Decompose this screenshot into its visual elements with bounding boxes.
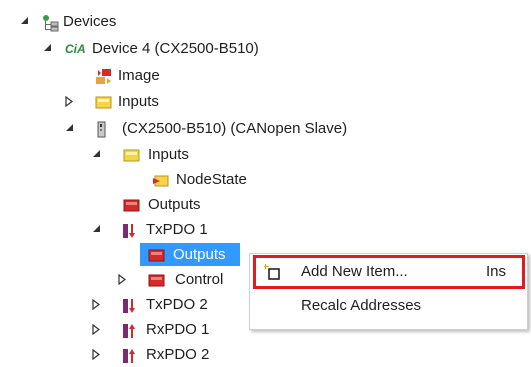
tree-label: Device 4 (CX2500-B510) — [92, 40, 259, 57]
txpdo-icon — [121, 297, 139, 313]
image-icon — [95, 68, 113, 84]
rxpdo-icon — [121, 322, 139, 338]
tree-node-outputs-slave[interactable]: Outputs — [0, 193, 220, 217]
tree-label: Inputs — [148, 146, 189, 163]
collapsed-arrow-icon[interactable] — [65, 90, 77, 114]
folder-yellow-icon — [123, 147, 141, 163]
expanded-arrow-icon[interactable] — [43, 37, 55, 61]
collapsed-arrow-icon[interactable] — [92, 318, 104, 342]
tree-label: Control — [175, 271, 224, 288]
expanded-arrow-icon[interactable] — [20, 10, 32, 34]
tree-node-image[interactable]: Image — [0, 64, 200, 88]
expanded-arrow-icon[interactable] — [92, 143, 104, 167]
tree-node-canopen-slave[interactable]: (CX2500-B510) (CANopen Slave) — [0, 117, 380, 141]
tree-node-rxpdo1[interactable]: RxPDO 1 — [0, 318, 220, 342]
tree-node-rxpdo2[interactable]: RxPDO 2 — [0, 343, 220, 367]
tree-label: TxPDO 1 — [146, 221, 208, 238]
menu-item-add-new-item[interactable]: Add New Item... Ins — [256, 260, 522, 284]
tree-label: Outputs — [173, 246, 226, 263]
cia-badge: CiA — [65, 42, 86, 56]
menu-item-label: Add New Item... — [301, 263, 408, 280]
menu-item-label: Recalc Addresses — [301, 297, 422, 314]
txpdo-icon — [121, 222, 139, 238]
tree-node-outputs-selected[interactable]: Outputs — [0, 243, 240, 267]
expanded-arrow-icon[interactable] — [92, 218, 104, 242]
tree-label: NodeState — [176, 171, 247, 188]
tree-label: Inputs — [118, 93, 159, 110]
menu-item-shortcut: Ins — [486, 263, 507, 280]
menu-item-recalc-addresses[interactable]: Recalc Addresses — [256, 294, 522, 318]
terminal-module-icon — [95, 121, 113, 138]
collapsed-arrow-icon[interactable] — [118, 268, 130, 292]
folder-yellow-icon — [95, 94, 113, 110]
tree-label: (CX2500-B510) (CANopen Slave) — [122, 120, 348, 137]
tree-node-nodestate[interactable]: NodeState — [0, 168, 260, 192]
tree-node-device4[interactable]: CiA Device 4 (CX2500-B510) — [0, 37, 300, 61]
output-folder-icon — [148, 247, 166, 263]
tree-label: TxPDO 2 — [146, 296, 208, 313]
rxpdo-icon — [121, 347, 139, 363]
tree-label: RxPDO 1 — [146, 321, 210, 338]
tree-label: Devices — [63, 13, 117, 30]
tree-node-txpdo2[interactable]: TxPDO 2 — [0, 293, 220, 317]
tree-label: Image — [118, 67, 160, 84]
collapsed-arrow-icon[interactable] — [92, 293, 104, 317]
tree-node-control[interactable]: Control — [0, 268, 245, 292]
devices-tree-icon — [42, 14, 60, 32]
output-folder-icon — [148, 272, 166, 288]
input-variable-icon — [152, 172, 170, 188]
tree-node-inputs-slave[interactable]: Inputs — [0, 143, 220, 167]
output-folder-icon — [123, 197, 141, 213]
add-new-item-icon — [264, 263, 282, 280]
expanded-arrow-icon[interactable] — [65, 117, 77, 141]
tree-node-txpdo1[interactable]: TxPDO 1 — [0, 218, 220, 242]
collapsed-arrow-icon[interactable] — [92, 343, 104, 367]
tree-label: Outputs — [148, 196, 201, 213]
tree-label: RxPDO 2 — [146, 346, 210, 363]
tree-node-inputs[interactable]: Inputs — [0, 90, 200, 114]
tree-node-devices[interactable]: Devices — [0, 10, 200, 34]
